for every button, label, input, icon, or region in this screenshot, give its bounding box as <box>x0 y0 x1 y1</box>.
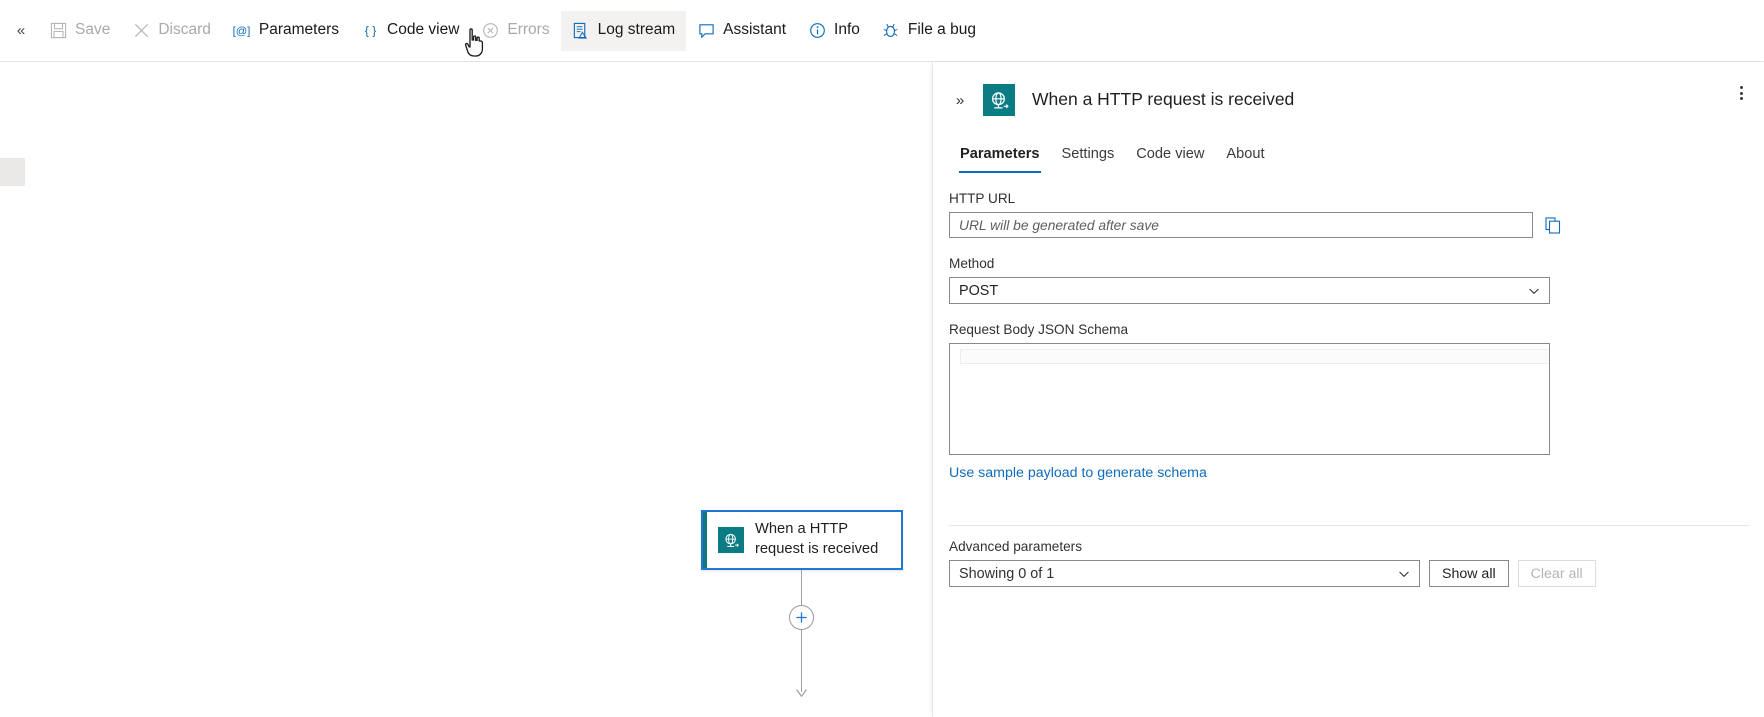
edge-below-add-button <box>801 630 802 692</box>
chevron-down-icon <box>1399 571 1409 577</box>
tab-settings[interactable]: Settings <box>1051 140 1126 173</box>
edge-above-add-button <box>801 570 802 605</box>
toolbar-item-label: Save <box>75 21 111 39</box>
chevron-down-icon <box>1529 288 1539 294</box>
node-details-panel: » When a HTTP request is received Parame… <box>932 62 1764 717</box>
discard-icon <box>132 22 150 40</box>
node-title: When a HTTP request is received <box>755 521 879 557</box>
toolbar-item-label: Errors <box>507 21 550 39</box>
http-request-icon <box>983 84 1015 116</box>
toolbar-item-parameters[interactable]: [@] Parameters <box>222 11 350 51</box>
workflow-node-http-trigger[interactable]: When a HTTP request is received <box>701 510 903 570</box>
http-url-label: HTTP URL <box>949 191 1016 206</box>
save-icon <box>49 22 67 40</box>
log-stream-icon <box>572 22 590 40</box>
toolbar-item-label: Log stream <box>597 21 676 39</box>
panel-body: HTTP URL URL will be generated after sav… <box>933 191 1764 587</box>
http-url-placeholder: URL will be generated after save <box>959 217 1159 233</box>
method-value: POST <box>959 282 999 299</box>
svg-text:[@]: [@] <box>233 25 250 37</box>
toolbar-item-label: File a bug <box>907 21 976 39</box>
toolbar-item-assistant[interactable]: Assistant <box>686 11 797 51</box>
collapse-panel-button[interactable]: « <box>4 11 38 51</box>
clear-all-button: Clear all <box>1517 560 1596 587</box>
toolbar-item-log-stream[interactable]: Log stream <box>560 10 687 51</box>
toolbar-item-save: Save <box>38 11 121 51</box>
tab-code-view[interactable]: Code view <box>1125 140 1215 173</box>
errors-icon <box>481 22 499 40</box>
code-view-icon: { } <box>361 22 379 40</box>
toolbar-item-file-a-bug[interactable]: File a bug <box>871 11 987 51</box>
assistant-icon <box>697 22 715 40</box>
svg-text:{ }: { } <box>364 23 376 37</box>
advanced-parameters-select[interactable]: Showing 0 of 1 <box>949 560 1420 587</box>
toolbar-item-label: Discard <box>158 21 211 39</box>
request-body-schema-label: Request Body JSON Schema <box>949 322 1129 337</box>
toolbar-item-label: Info <box>834 21 860 39</box>
logic-app-designer: « Save Discard [@] Parameters { } Code view Er… <box>0 0 1764 717</box>
toolbar-item-errors: Errors <box>470 11 560 51</box>
panel-divider <box>949 525 1749 526</box>
toolbar-item-code-view[interactable]: { } Code view <box>350 11 470 51</box>
edge-arrow-icon <box>796 689 807 697</box>
info-icon <box>808 22 826 40</box>
tab-parameters[interactable]: Parameters <box>949 140 1051 173</box>
copy-icon[interactable] <box>1543 214 1563 236</box>
panel-tabs: Parameters Settings Code view About <box>933 140 1764 173</box>
method-label: Method <box>949 256 995 271</box>
canvas-left-stub <box>0 158 25 186</box>
panel-header: » When a HTTP request is received <box>933 62 1764 124</box>
parameters-icon: [@] <box>233 22 251 40</box>
panel-title: When a HTTP request is received <box>1032 89 1295 110</box>
editor-active-line <box>960 349 1549 364</box>
command-toolbar: « Save Discard [@] Parameters { } Code view Er… <box>0 0 1764 62</box>
advanced-parameters-label: Advanced parameters <box>949 539 1082 554</box>
overflow-menu-icon[interactable] <box>1728 80 1754 106</box>
request-body-schema-editor[interactable] <box>949 343 1550 455</box>
toolbar-item-label: Parameters <box>258 21 340 39</box>
method-select[interactable]: POST <box>949 277 1550 304</box>
tab-about[interactable]: About <box>1215 140 1275 173</box>
toolbar-item-label: Assistant <box>723 21 787 39</box>
workflow-canvas[interactable]: When a HTTP request is received <box>0 62 932 717</box>
toolbar-item-label: Code view <box>387 21 460 39</box>
add-action-button[interactable] <box>789 605 814 630</box>
http-request-icon <box>718 527 744 553</box>
show-all-button[interactable]: Show all <box>1429 560 1509 587</box>
toolbar-item-discard: Discard <box>121 11 222 51</box>
advanced-parameters-value: Showing 0 of 1 <box>959 565 1055 582</box>
toolbar-item-info[interactable]: Info <box>797 11 871 51</box>
bug-icon <box>882 22 900 40</box>
panel-collapse-button[interactable]: » <box>949 89 971 111</box>
node-accent-bar <box>703 512 707 568</box>
use-sample-payload-link[interactable]: Use sample payload to generate schema <box>949 465 1207 481</box>
http-url-input[interactable]: URL will be generated after save <box>949 212 1533 238</box>
